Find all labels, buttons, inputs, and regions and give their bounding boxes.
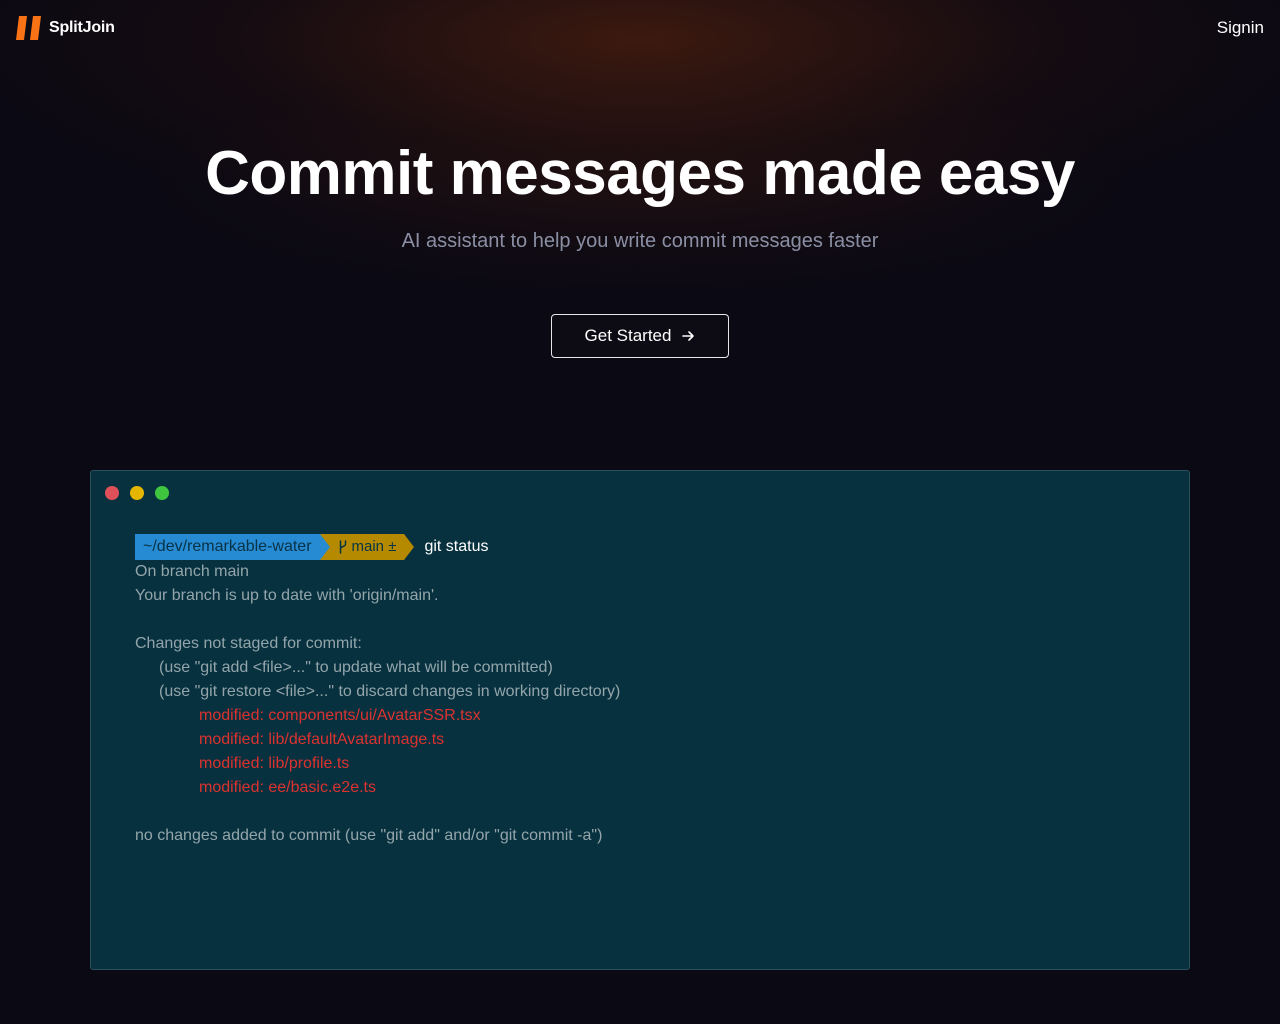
output-changes-header: Changes not staged for commit: (135, 635, 362, 652)
git-branch-icon (339, 540, 346, 554)
minimize-window-dot[interactable] (130, 486, 144, 500)
prompt-command: git status (424, 538, 489, 555)
hero-title: Commit messages made easy (205, 139, 1075, 208)
output-blank-line (135, 800, 620, 824)
splitjoin-logo-icon (16, 16, 41, 40)
brand-name: SplitJoin (49, 19, 115, 36)
prompt-branch: main ± (319, 534, 415, 560)
window-controls (105, 486, 169, 500)
output-on-branch: On branch main (135, 563, 249, 580)
output-modified-file: modified: lib/profile.ts (199, 755, 350, 772)
hero-subtitle: AI assistant to help you write commit me… (401, 230, 879, 252)
terminal-prompt: ~/dev/remarkable-water main ± git status (135, 534, 620, 560)
maximize-window-dot[interactable] (155, 486, 169, 500)
get-started-button[interactable]: Get Started (551, 314, 729, 358)
close-window-dot[interactable] (105, 486, 119, 500)
output-modified-file: modified: ee/basic.e2e.ts (199, 779, 376, 796)
output-modified-file: modified: lib/defaultAvatarImage.ts (199, 731, 445, 748)
output-blank-line (135, 608, 620, 632)
output-modified-file: modified: components/ui/AvatarSSR.tsx (199, 707, 481, 724)
signin-link[interactable]: Signin (1217, 18, 1264, 38)
output-hint-restore: (use "git restore <file>..." to discard … (159, 683, 621, 700)
output-up-to-date: Your branch is up to date with 'origin/m… (135, 587, 439, 604)
prompt-path: ~/dev/remarkable-water (135, 534, 330, 560)
prompt-branch-label: main ± (351, 538, 397, 555)
top-nav: SplitJoin Signin (0, 0, 1280, 56)
terminal-window: ~/dev/remarkable-water main ± git status… (90, 470, 1190, 970)
get-started-label: Get Started (584, 326, 672, 345)
arrow-right-icon (682, 331, 695, 341)
terminal-output: ~/dev/remarkable-water main ± git status… (135, 534, 620, 848)
output-hint-add: (use "git add <file>..." to update what … (159, 659, 553, 676)
brand-logo[interactable]: SplitJoin (16, 16, 115, 40)
output-footer: no changes added to commit (use "git add… (135, 827, 603, 844)
